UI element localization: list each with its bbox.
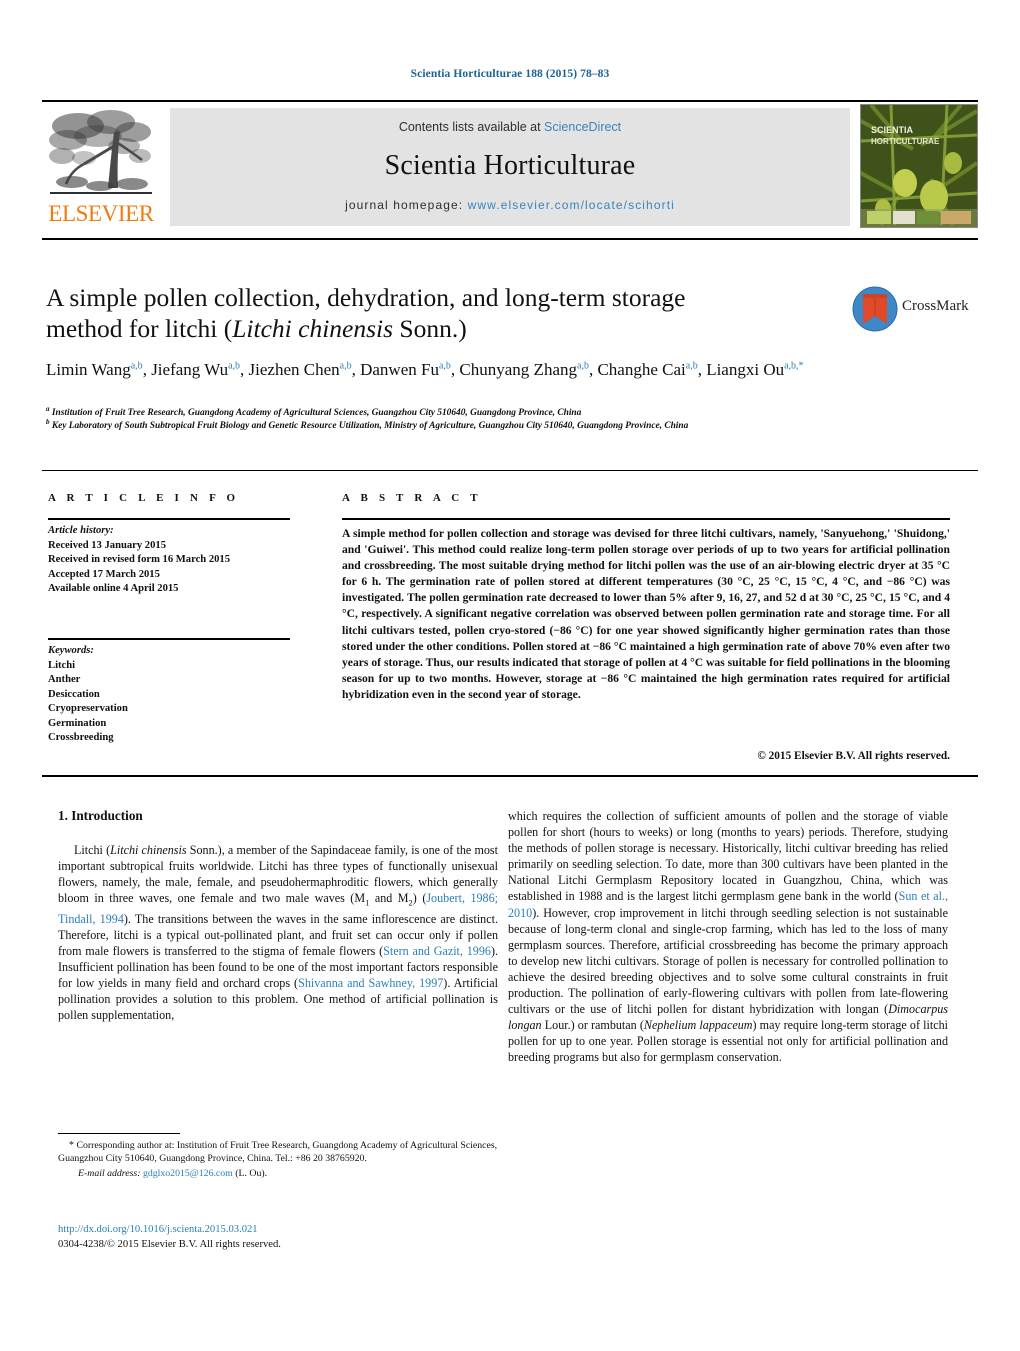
- cover-title-2: HORTICULTURAE: [871, 137, 940, 146]
- section-title-introduction: 1. Introduction: [58, 808, 143, 823]
- doi-link[interactable]: http://dx.doi.org/10.1016/j.scienta.2015…: [58, 1222, 498, 1237]
- abstract-text: A simple method for pollen collection an…: [342, 527, 950, 701]
- cover-title-1: SCIENTIA: [871, 125, 914, 135]
- elsevier-wordmark: ELSEVIER: [48, 201, 154, 226]
- article-history-item: Accepted 17 March 2015: [48, 568, 160, 580]
- citation-link[interactable]: Stern and Gazit, 1996: [383, 944, 491, 958]
- crossmark-badge-group[interactable]: CrossMark: [852, 282, 969, 342]
- footnote-separator: [58, 1133, 180, 1134]
- article-history-item: Received in revised form 16 March 2015: [48, 554, 231, 565]
- article-title-species: Litchi chinensis: [232, 314, 394, 343]
- keyword-item: Desiccation: [48, 688, 100, 700]
- body-text: and M: [369, 891, 409, 906]
- journal-title: Scientia Horticulturae: [384, 150, 636, 181]
- body-text: Litchi (: [74, 843, 111, 858]
- author-affiliation-marker: a,b: [228, 360, 241, 372]
- journal-homepage-link[interactable]: www.elsevier.com/locate/scihorti: [468, 198, 675, 212]
- article-history-item: Received 13 January 2015: [48, 539, 166, 551]
- crossmark-label: CrossMark: [902, 298, 969, 314]
- article-title-line2-post: Sonn.): [393, 314, 467, 343]
- body-text: Lour.) or rambutan (: [541, 1018, 644, 1033]
- keywords-block: Keywords: Litchi Anther Desiccation Cryopres…: [48, 644, 298, 746]
- keyword-item: Germination: [48, 717, 107, 729]
- corresponding-author-line: * Corresponding author at: Institution o…: [58, 1140, 498, 1164]
- article-info-rule-1: [48, 518, 290, 520]
- email-link[interactable]: gdglxo2015@126.com: [143, 1168, 233, 1179]
- journal-masthead: ELSEVIER Contents lists available at Sci…: [42, 104, 978, 228]
- body-text: which requires the collection of suffici…: [508, 809, 948, 904]
- body-top-rule: [42, 775, 978, 777]
- article-title-line1: A simple pollen collection, dehydration,…: [46, 283, 686, 312]
- crossmark-icon[interactable]: [852, 286, 898, 332]
- author-affiliation-marker: a,b: [685, 360, 698, 372]
- author-name: Chunyang Zhang: [459, 360, 577, 379]
- abstract-heading: A B S T R A C T: [342, 492, 482, 504]
- masthead-top-rule: [42, 100, 978, 102]
- cover-artwork-icon: SCIENTIA HORTICULTURAE: [861, 105, 977, 227]
- affiliation-text: Key Laboratory of South Subtropical Frui…: [49, 420, 689, 431]
- author-affiliation-marker: a,b: [438, 360, 451, 372]
- running-head: Scientia Horticulturae 188 (2015) 78–83: [410, 68, 610, 80]
- masthead-center-panel: Contents lists available at ScienceDirec…: [170, 108, 850, 226]
- corresponding-author-footnote: * Corresponding author at: Institution o…: [58, 1139, 498, 1180]
- author-affiliation-marker: a,b: [339, 360, 352, 372]
- doi-footer: http://dx.doi.org/10.1016/j.scienta.2015…: [58, 1222, 498, 1252]
- intro-paragraph-left: Litchi (Litchi chinensis Sonn.), a membe…: [58, 842, 498, 1023]
- keyword-item: Anther: [48, 674, 81, 685]
- email-owner: (L. Ou).: [232, 1168, 268, 1179]
- article-history-block: Article history: Received 13 January 2015…: [48, 524, 298, 597]
- citation-link[interactable]: Shivanna and Sawhney, 1997: [298, 976, 443, 990]
- elsevier-tree-icon: [49, 110, 152, 194]
- body-column-left: 1. Introduction Litchi (Litchi chinensis…: [58, 808, 498, 1024]
- masthead-bottom-rule: [42, 238, 978, 240]
- author-name: Limin Wang: [46, 360, 131, 379]
- italic-species-name: Litchi chinensis: [110, 843, 187, 858]
- sciencedirect-link[interactable]: ScienceDirect: [544, 120, 621, 134]
- author-name: Jiefang Wu: [151, 360, 229, 379]
- abstract-copyright: © 2015 Elsevier B.V. All rights reserved…: [757, 750, 950, 762]
- affiliation-text: Institution of Fruit Tree Research, Guan…: [49, 408, 582, 418]
- homepage-prefix: journal homepage:: [345, 198, 468, 212]
- contents-available-line: Contents lists available at ScienceDirec…: [170, 120, 850, 134]
- article-title: A simple pollen collection, dehydration,…: [46, 282, 836, 344]
- keywords-label: Keywords:: [48, 645, 94, 656]
- keyword-item: Cryopreservation: [48, 703, 128, 714]
- journal-cover-thumbnail: SCIENTIA HORTICULTURAE: [860, 104, 978, 228]
- keyword-item: Crossbreeding: [48, 732, 114, 743]
- article-history-label: Article history:: [48, 525, 114, 536]
- italic-species-name: Nephelium lappaceum: [643, 1018, 753, 1033]
- affiliation-entry: a Institution of Fruit Tree Research, Gu…: [46, 405, 846, 420]
- intro-paragraph-right: which requires the collection of suffici…: [508, 808, 948, 1066]
- footnote-asterisk: *: [69, 1140, 74, 1151]
- body-text: ). However, crop improvement in litchi t…: [508, 905, 948, 1017]
- abstract-rule: [342, 518, 950, 520]
- article-info-heading: A R T I C L E I N F O: [48, 492, 240, 504]
- paper-page: Scientia Horticulturae 188 (2015) 78–83: [0, 0, 1020, 1351]
- email-line: E-mail address: gdglxo2015@126.com (L. O…: [58, 1167, 498, 1180]
- email-label: E-mail address:: [78, 1168, 143, 1179]
- author-name: Jiezhen Chen: [248, 360, 340, 379]
- author-name: Changhe Cai: [597, 360, 686, 379]
- author-affiliation-marker: a,b: [130, 360, 143, 372]
- article-history-item: Available online 4 April 2015: [48, 583, 179, 594]
- info-top-rule: [42, 470, 978, 471]
- issn-copyright-line: 0304-4238/© 2015 Elsevier B.V. All right…: [58, 1239, 281, 1250]
- title-block: A simple pollen collection, dehydration,…: [46, 282, 836, 381]
- keyword-item: Litchi: [48, 659, 76, 671]
- article-title-line2-pre: method for litchi (: [46, 314, 233, 343]
- affiliation-list: a Institution of Fruit Tree Research, Gu…: [46, 405, 846, 433]
- author-affiliation-marker: a,b: [577, 360, 589, 372]
- elsevier-logo: ELSEVIER: [42, 104, 160, 228]
- journal-homepage-line: journal homepage: www.elsevier.com/locat…: [170, 198, 850, 212]
- contents-prefix: Contents lists available at: [398, 120, 545, 134]
- article-info-rule-2: [48, 638, 290, 640]
- body-text: ) (: [412, 891, 427, 906]
- affiliation-entry: b Key Laboratory of South Subtropical Fr…: [46, 418, 846, 433]
- body-column-right: which requires the collection of suffici…: [508, 808, 948, 1066]
- author-name: Liangxi Ou: [706, 360, 785, 379]
- author-name: Danwen Fu: [360, 360, 439, 379]
- author-affiliation-marker: a,b,*: [784, 360, 804, 372]
- author-list: Limin Wanga,b, Jiefang Wua,b, Jiezhen Ch…: [46, 360, 804, 379]
